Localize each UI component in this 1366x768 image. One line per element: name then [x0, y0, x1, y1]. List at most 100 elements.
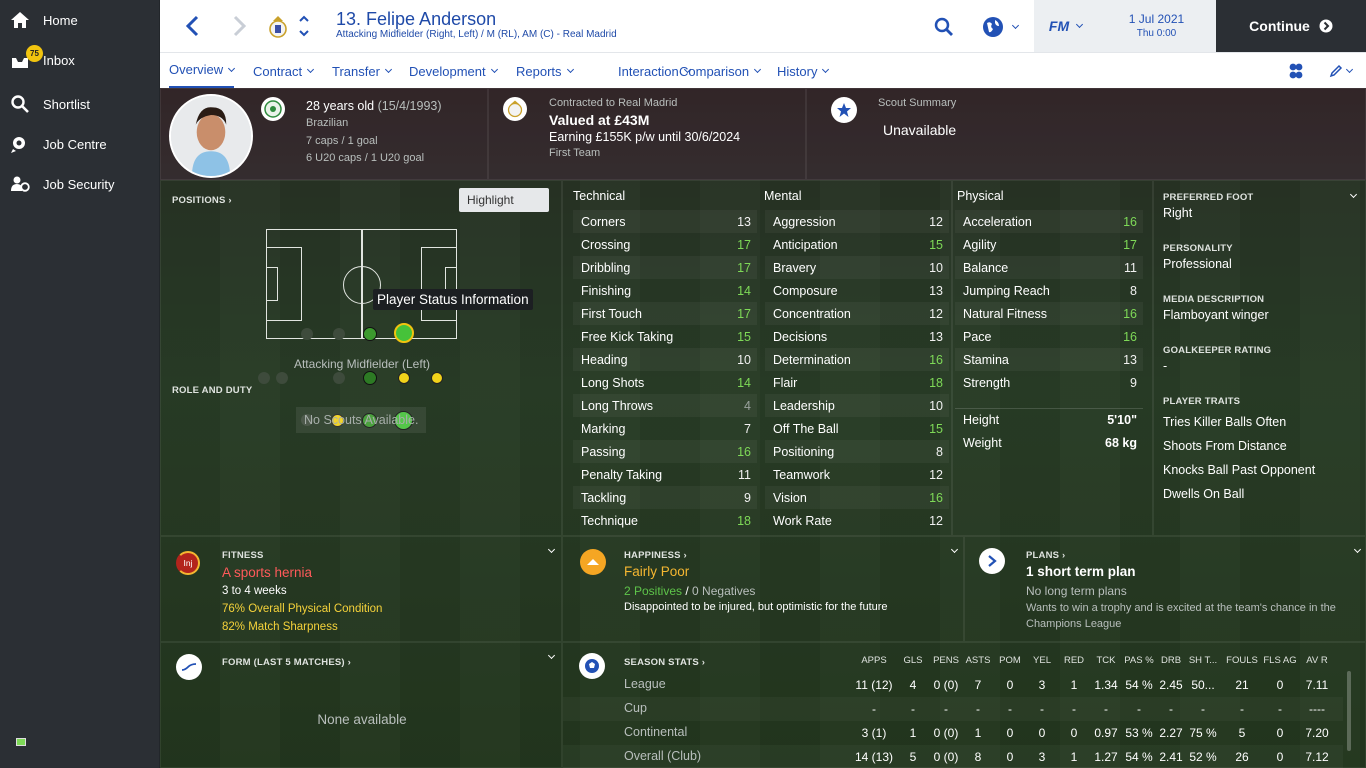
attribute-name: Acceleration — [963, 214, 1032, 229]
stats-column-header[interactable]: ASTS — [965, 655, 991, 666]
season-stats-label[interactable]: SEASON STATS › — [624, 657, 705, 668]
attribute-row[interactable]: Heading 10 — [573, 348, 757, 371]
attribute-row[interactable]: Long Throws 4 — [573, 394, 757, 417]
world-menu-button[interactable] — [974, 13, 1024, 41]
stats-column-header[interactable]: FOULS — [1226, 655, 1258, 666]
stats-column-header[interactable]: PAS % — [1124, 655, 1154, 666]
plans-label[interactable]: PLANS › — [1026, 550, 1065, 561]
attribute-row[interactable]: Acceleration 16 — [955, 210, 1143, 233]
attribute-row[interactable]: Crossing 17 — [573, 233, 757, 256]
attribute-row[interactable]: Work Rate 12 — [765, 509, 949, 532]
chevron-down-icon — [384, 65, 392, 74]
sidebar-item-home[interactable]: Home — [0, 2, 160, 38]
player-switcher-button[interactable] — [296, 12, 312, 40]
attribute-row[interactable]: Stamina 13 — [955, 348, 1143, 371]
attribute-row[interactable]: Teamwork 12 — [765, 463, 949, 486]
attribute-name: Flair — [773, 375, 798, 390]
attribute-row[interactable]: Marking 7 — [573, 417, 757, 440]
stats-column-header[interactable]: TCK — [1091, 655, 1121, 666]
tab-development[interactable]: Development — [409, 53, 498, 89]
stats-column-header[interactable]: GLS — [901, 655, 925, 666]
chevron-down-icon[interactable] — [547, 651, 556, 660]
people-button[interactable] — [1284, 59, 1308, 83]
attribute-row[interactable]: Off The Ball 15 — [765, 417, 949, 440]
attribute-row[interactable]: Agility 17 — [955, 233, 1143, 256]
sidebar-item-job-centre[interactable]: Job Centre — [0, 126, 160, 162]
sidebar-item-shortlist[interactable]: Shortlist — [0, 86, 160, 122]
happiness-label[interactable]: HAPPINESS › — [624, 550, 687, 561]
stats-column-header[interactable]: YEL — [1029, 655, 1055, 666]
stats-row[interactable]: League 11 (12) 4 0 (0) 7 0 3 1 1.34 54 % 2.45 50...… — [563, 673, 1343, 697]
attribute-row[interactable]: Dribbling 17 — [573, 256, 757, 279]
attribute-row[interactable]: Tackling 9 — [573, 486, 757, 509]
scrollbar[interactable] — [1347, 671, 1351, 751]
continue-button[interactable]: Continue — [1216, 0, 1366, 52]
stats-column-header[interactable]: APPS — [856, 655, 892, 666]
sidebar-item-inbox[interactable]: 75 Inbox — [0, 42, 160, 78]
stats-column-header[interactable]: DRB — [1156, 655, 1186, 666]
attribute-row[interactable]: Anticipation 15 — [765, 233, 949, 256]
back-button[interactable] — [178, 12, 206, 40]
attribute-row[interactable]: Long Shots 14 — [573, 371, 757, 394]
stats-row[interactable]: Overall (Club) 14 (13) 5 0 (0) 8 0 3 1 1.27 54 % 2… — [563, 745, 1343, 768]
stats-column-header[interactable]: FLS AG — [1263, 655, 1297, 666]
sidebar-item-job-security[interactable]: Job Security — [0, 166, 160, 202]
chevron-down-icon[interactable] — [1353, 545, 1362, 554]
attribute-row[interactable]: Pace 16 — [955, 325, 1143, 348]
edit-button[interactable] — [1322, 59, 1358, 83]
stats-column-header[interactable]: RED — [1061, 655, 1087, 666]
form-label[interactable]: FORM (LAST 5 MATCHES) › — [222, 657, 351, 668]
attribute-row[interactable]: Decisions 13 — [765, 325, 949, 348]
attribute-row[interactable]: Bravery 10 — [765, 256, 949, 279]
fm-menu-button[interactable]: FM — [1034, 0, 1097, 52]
attribute-row[interactable]: Natural Fitness 16 — [955, 302, 1143, 325]
stats-row[interactable]: Cup - - - - - - - - - - - - - ---- — [563, 697, 1343, 721]
highlight-dropdown[interactable]: Highlight — [459, 188, 549, 212]
chevron-left-icon — [185, 15, 199, 37]
attribute-name: Finishing — [581, 283, 632, 298]
stats-column-header[interactable]: PENS — [929, 655, 963, 666]
attribute-row[interactable]: Positioning 8 — [765, 440, 949, 463]
chevron-down-icon[interactable] — [547, 545, 556, 554]
tab-comparison[interactable]: Comparison — [679, 53, 762, 89]
stats-row[interactable]: Continental 3 (1) 1 0 (0) 1 0 0 0 0.97 53 % 2.27 75… — [563, 721, 1343, 745]
attribute-row[interactable]: Strength 9 — [955, 371, 1143, 394]
search-icon — [934, 17, 953, 36]
attribute-row[interactable]: Balance 11 — [955, 256, 1143, 279]
forward-button[interactable] — [226, 12, 254, 40]
stats-column-header[interactable]: AV R — [1299, 655, 1335, 666]
attribute-row[interactable]: Finishing 14 — [573, 279, 757, 302]
tab-overview[interactable]: Overview — [169, 53, 236, 89]
attribute-row[interactable]: Flair 18 — [765, 371, 949, 394]
stats-column-header[interactable]: POM — [997, 655, 1023, 666]
attribute-row[interactable]: Technique 18 — [573, 509, 757, 532]
attribute-row[interactable]: Free Kick Taking 15 — [573, 325, 757, 348]
attribute-row[interactable]: Jumping Reach 8 — [955, 279, 1143, 302]
attribute-row[interactable]: Composure 13 — [765, 279, 949, 302]
tab-label: Transfer — [332, 63, 380, 79]
attribute-value: 12 — [929, 513, 943, 528]
tab-reports[interactable]: Reports — [516, 53, 574, 89]
negatives-count[interactable]: 0 Negatives — [692, 584, 755, 598]
tab-contract[interactable]: Contract — [253, 53, 315, 89]
date-display[interactable]: 1 Jul 2021 Thu 0:00 — [1097, 0, 1216, 52]
attribute-row[interactable]: Passing 16 — [573, 440, 757, 463]
stats-column-header[interactable]: SH T... — [1186, 655, 1220, 666]
attribute-row[interactable]: Aggression 12 — [765, 210, 949, 233]
chevron-down-icon[interactable] — [1349, 190, 1358, 199]
attribute-row[interactable]: Leadership 10 — [765, 394, 949, 417]
attribute-row[interactable]: Concentration 12 — [765, 302, 949, 325]
chevron-down-icon — [822, 65, 830, 74]
chevron-down-icon[interactable] — [950, 545, 959, 554]
attribute-row[interactable]: Determination 16 — [765, 348, 949, 371]
search-button[interactable] — [930, 13, 958, 41]
tab-transfer[interactable]: Transfer — [332, 53, 392, 89]
tab-history[interactable]: History — [777, 53, 830, 89]
attribute-row[interactable]: Penalty Taking 11 — [573, 463, 757, 486]
attribute-row[interactable]: Vision 16 — [765, 486, 949, 509]
weight-value: 68 kg — [1105, 435, 1137, 450]
attribute-row[interactable]: First Touch 17 — [573, 302, 757, 325]
positions-label[interactable]: POSITIONS › — [172, 195, 232, 206]
positives-count[interactable]: 2 Positives — [624, 584, 682, 598]
attribute-row[interactable]: Corners 13 — [573, 210, 757, 233]
